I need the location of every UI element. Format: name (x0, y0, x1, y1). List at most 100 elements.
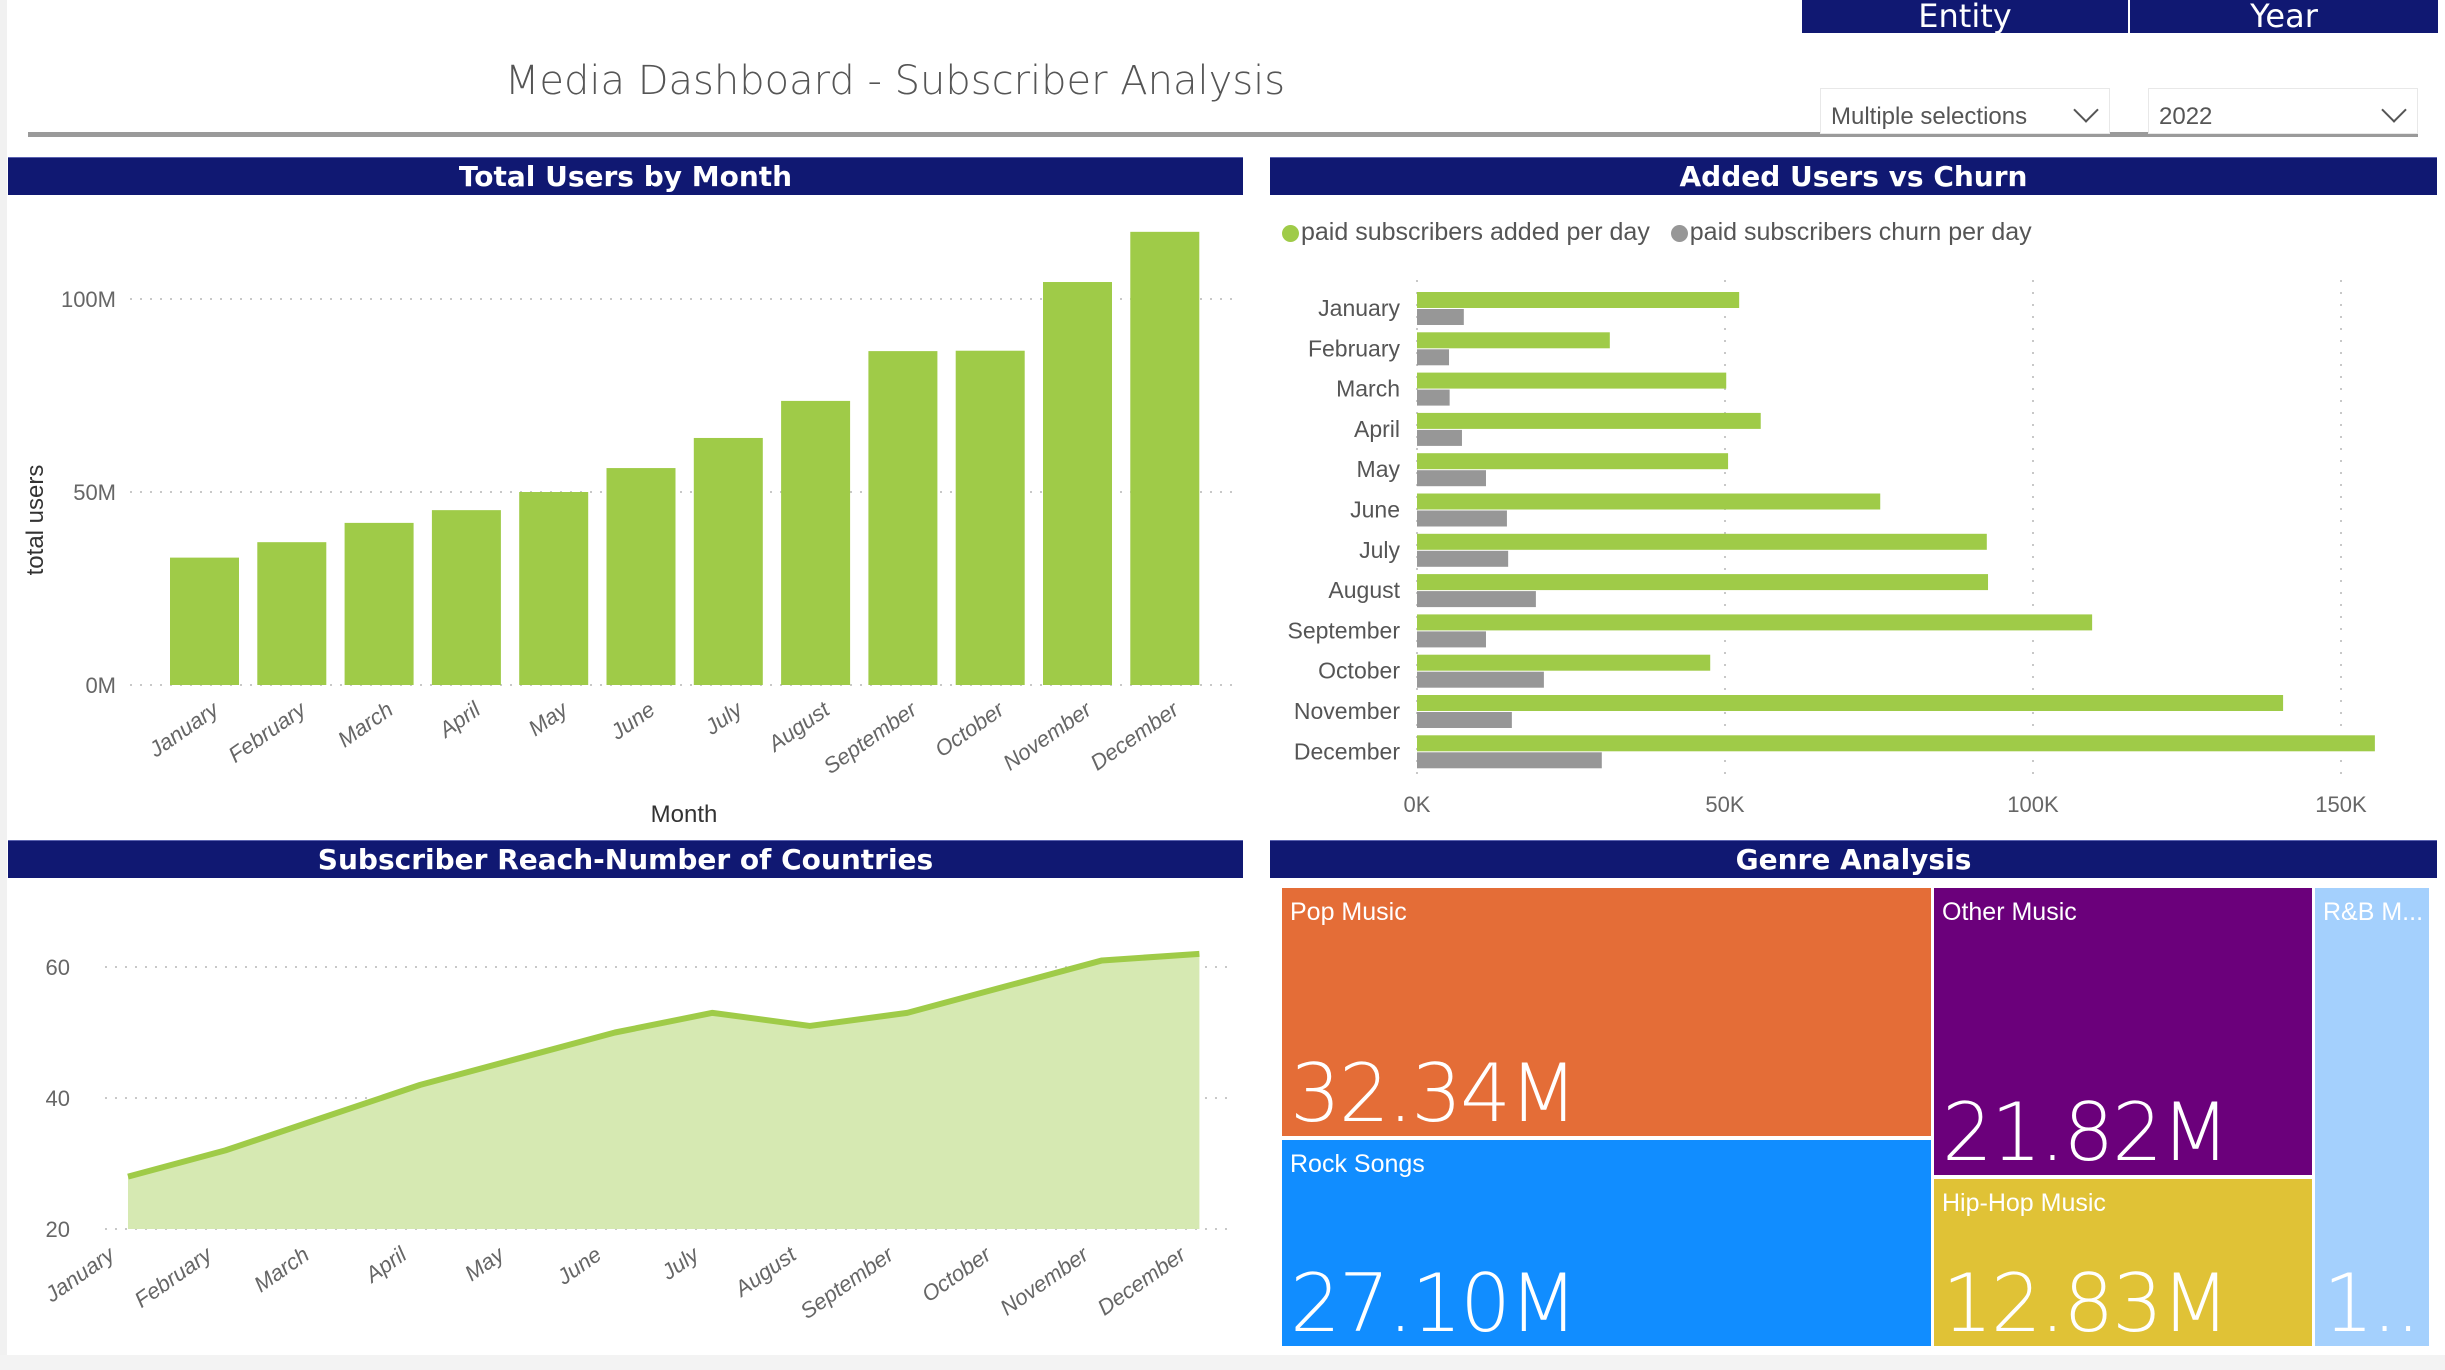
churn-bar-april (1417, 429, 1462, 446)
x-tick-label: January (40, 1240, 121, 1307)
genre-panel-title: Genre Analysis (1270, 840, 2437, 878)
churn-bar-october (1417, 671, 1544, 688)
entity-dropdown-value: Multiple selections (1831, 103, 2028, 130)
x-axis-title: Month (651, 801, 718, 828)
x-tick-label: July (699, 695, 748, 740)
bar-march (344, 522, 414, 685)
treemap-tile-hiphop[interactable]: Hip-Hop Music 12.83M (1934, 1179, 2312, 1346)
total-users-chart: total users Month 0M 50M 100M January Febru… (22, 231, 1235, 828)
churn-bar-august (1417, 591, 1536, 608)
y-tick-label: October (1318, 658, 1400, 684)
x-tick-label: May (460, 1240, 510, 1285)
churn-bar-may (1417, 470, 1486, 487)
x-tick-label: November (998, 696, 1097, 776)
x-tick-label: June (605, 697, 659, 745)
legend-item-churn[interactable]: paid subscribers churn per day (1670, 218, 2032, 246)
x-tick-label: 150K (2315, 792, 2367, 817)
bar-october (955, 350, 1025, 685)
churn-bar-june (1417, 510, 1507, 527)
bar-may (519, 492, 589, 685)
y-tick-label: June (1350, 497, 1400, 523)
y-tick-label: January (1318, 295, 1400, 321)
churn-bar-july (1417, 550, 1509, 567)
added-bar-may (1417, 453, 1729, 470)
churn-bar-february (1417, 349, 1450, 366)
y-tick-label: 20 (46, 1217, 70, 1242)
added-bar-april (1417, 412, 1761, 429)
x-tick-label: May (524, 695, 574, 740)
y-tick-label: 50M (73, 480, 116, 505)
treemap-tile-rock[interactable]: Rock Songs 27.10M (1282, 1140, 1931, 1346)
tile-value: 27.10M (1290, 1257, 1578, 1346)
added-bar-september (1417, 614, 2093, 631)
bar-january (170, 557, 239, 685)
legend-item-added[interactable]: paid subscribers added per day (1282, 218, 1650, 246)
tile-value: 21.82M (1942, 1086, 2230, 1175)
legend-dot-icon (1670, 224, 1688, 242)
churn-bar-january (1417, 309, 1464, 325)
x-tick-label: June (552, 1242, 606, 1290)
y-tick-label: 60 (46, 955, 70, 980)
tile-value: 12.83M (1942, 1257, 2230, 1346)
y-tick-label: July (1359, 537, 1400, 563)
added-bar-october (1417, 654, 1711, 671)
y-tick-label: 0M (85, 673, 116, 698)
y-tick-label: March (1336, 376, 1400, 402)
y-tick-label: 40 (46, 1086, 70, 1111)
treemap-tile-rnb[interactable]: R&B M... 1... (2315, 888, 2429, 1346)
genre-treemap: Pop Music 32.34M Rock Songs 27.10M Other… (1270, 884, 2445, 1349)
x-tick-label: January (144, 695, 225, 762)
tile-label: Hip-Hop Music (1942, 1189, 2106, 1217)
added-bar-august (1417, 574, 1989, 591)
y-tick-label: May (1357, 456, 1401, 482)
x-tick-label: November (995, 1241, 1094, 1321)
tile-value: 1... (2323, 1257, 2429, 1346)
total-users-panel-title: Total Users by Month (8, 157, 1243, 195)
entity-slicer-header: Entity (1802, 0, 2128, 33)
treemap-tile-other[interactable]: Other Music 21.82M (1934, 888, 2312, 1175)
added-bar-july (1417, 533, 1987, 550)
year-dropdown[interactable]: 2022 (2148, 88, 2418, 134)
y-tick-label: April (1354, 416, 1400, 442)
x-tick-label: July (656, 1240, 705, 1285)
y-axis-title: total users (22, 465, 49, 576)
page-footer-band (0, 1355, 2445, 1370)
churn-bar-september (1417, 631, 1486, 648)
added-bar-june (1417, 493, 1881, 510)
x-tick-label: August (729, 1241, 802, 1302)
bar-november (1043, 282, 1112, 685)
bar-april (431, 510, 501, 685)
x-tick-label: December (1086, 696, 1185, 776)
y-tick-label: August (1328, 577, 1400, 603)
page-title: Media Dashboard - Subscriber Analysis (504, 58, 1286, 104)
tile-label: Other Music (1942, 898, 2077, 926)
churn-bar-december (1417, 752, 1602, 769)
x-tick-label: 0K (1404, 792, 1431, 817)
reach-chart: 20 40 60 January February March April May June J… (40, 950, 1235, 1324)
bar-july (693, 437, 763, 685)
x-tick-label: October (930, 696, 1010, 762)
legend-dot-icon (1282, 224, 1299, 242)
added-bar-february (1417, 332, 1610, 349)
x-tick-label: September (796, 1241, 900, 1324)
y-tick-label: November (1294, 698, 1400, 724)
bar-december (1130, 231, 1200, 685)
y-tick-label: 100M (61, 287, 116, 312)
x-tick-label: April (359, 1241, 412, 1289)
reach-area (128, 953, 1200, 1229)
x-tick-label: 50K (1705, 792, 1744, 817)
x-tick-label: March (249, 1242, 313, 1298)
treemap-tile-pop[interactable]: Pop Music 32.34M (1282, 888, 1931, 1136)
chevron-down-icon (2381, 97, 2407, 123)
churn-bar-november (1417, 712, 1512, 728)
y-tick-label: December (1294, 738, 1400, 764)
x-tick-label: August (762, 696, 835, 757)
x-tick-label: 100K (2007, 792, 2059, 817)
legend-label: paid subscribers churn per day (1689, 218, 2032, 246)
x-tick-label: October (917, 1241, 997, 1307)
chevron-down-icon (2073, 97, 2099, 123)
legend-label: paid subscribers added per day (1301, 218, 1650, 246)
added-bar-january (1417, 292, 1740, 308)
added-vs-churn-panel-title: Added Users vs Churn (1270, 157, 2437, 195)
entity-dropdown[interactable]: Multiple selections (1820, 88, 2110, 134)
